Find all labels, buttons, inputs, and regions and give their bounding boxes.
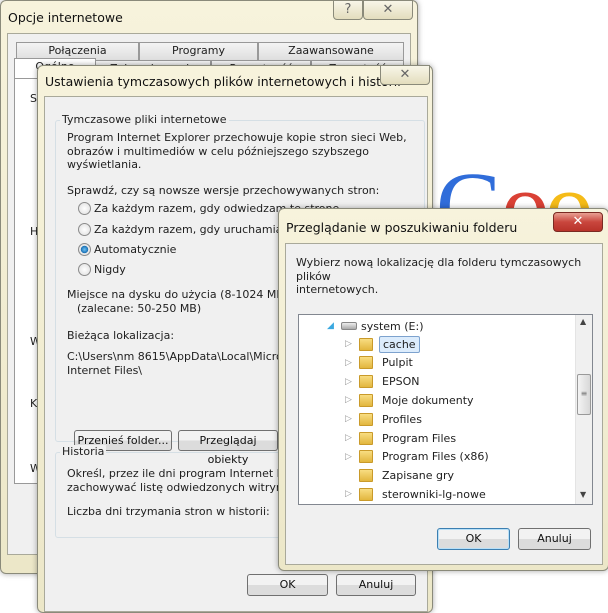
cancel-button[interactable]: Anuluj — [336, 574, 416, 596]
tree-item[interactable]: Zapisane gry — [345, 467, 457, 485]
tree-label: Program Files — [382, 431, 457, 445]
radio-never[interactable]: Nigdy — [78, 263, 126, 276]
group-label: Historia — [60, 445, 107, 458]
folder-icon — [359, 375, 373, 389]
tab-advanced[interactable]: Zaawansowane — [258, 42, 404, 60]
close-button[interactable]: ✕ — [363, 0, 413, 20]
expand-arrow-icon[interactable]: ▷ — [345, 395, 355, 405]
help-button[interactable]: ? — [333, 0, 363, 20]
disk-space-label: Miejsce na dysku do użycia (8-1024 MB): — [67, 288, 292, 301]
location-label: Bieżąca lokalizacja: — [67, 329, 175, 342]
tree-label: EPSON — [382, 375, 420, 389]
expand-arrow-icon[interactable]: ▷ — [345, 433, 355, 443]
tree-item[interactable]: ▷ Profiles — [345, 410, 425, 428]
collapse-arrow-icon[interactable]: ◢ — [327, 321, 337, 331]
scroll-down-icon[interactable]: ▼ — [580, 490, 586, 499]
group-label: Tymczasowe pliki internetowe — [60, 113, 229, 126]
tree-label: cache — [379, 335, 420, 353]
desktop-folder-icon — [359, 356, 373, 370]
tree-item[interactable]: ▷ EPSON — [345, 373, 422, 391]
ok-button[interactable]: OK — [247, 574, 328, 596]
expand-arrow-icon[interactable]: ▷ — [345, 358, 355, 368]
location-path: Internet Files\ — [67, 363, 143, 377]
tree-item[interactable]: ▷ cache — [345, 335, 420, 353]
tree-label: Program Files (x86) — [382, 450, 489, 464]
documents-folder-icon — [359, 393, 373, 407]
tree-label: Zapisane gry — [382, 469, 455, 483]
radio-selected-icon[interactable] — [78, 243, 91, 256]
view-objects-button[interactable]: Przeglądaj obiekty — [178, 430, 278, 466]
tree-item-root[interactable]: ◢ system (E:) — [327, 317, 424, 335]
tab-programs[interactable]: Programy — [139, 42, 258, 60]
tree-label: Moje dokumenty — [382, 393, 474, 407]
dialog-title: Ustawienia tymczasowych plików interneto… — [45, 74, 401, 89]
tree-item[interactable]: ▷ Moje dokumenty — [345, 391, 477, 409]
folder-tree[interactable]: ◢ system (E:) ▷ cache ▷ Pulpit ▷ EPSON ▷ Moje d… — [298, 314, 593, 505]
tree-item[interactable]: ▷ Program Files — [345, 429, 459, 447]
folder-icon — [359, 431, 373, 445]
history-days-label: Liczba dni trzymania stron w historii: — [67, 505, 270, 518]
location-path: C:\Users\nm 8615\AppData\Local\Microsoft — [67, 350, 304, 363]
folder-icon — [359, 337, 373, 351]
scrollbar[interactable]: ▲ ≡ ▼ — [575, 315, 592, 504]
tree-label: Profiles — [382, 412, 422, 426]
saved-games-folder-icon — [359, 469, 373, 483]
radio-icon[interactable] — [78, 223, 91, 236]
description-line: obrazów i multimediów w celu późniejszeg… — [67, 144, 370, 158]
close-button[interactable]: ✕ — [380, 65, 430, 85]
description-line: wyświetlania. — [67, 158, 142, 171]
drive-icon — [341, 322, 357, 330]
radio-icon[interactable] — [78, 263, 91, 276]
tree-item[interactable]: ▷ Program Files (x86) — [345, 448, 492, 466]
radio-every-start[interactable]: Za każdym razem, gdy uruchamiam — [78, 223, 293, 236]
expand-arrow-icon[interactable]: ▷ — [345, 452, 355, 462]
browse-folder-dialog: Przeglądanie w poszukiwaniu folderu ✕ Wy… — [278, 208, 608, 571]
radio-icon[interactable] — [78, 202, 91, 215]
ok-button[interactable]: OK — [437, 528, 510, 550]
tree-label: system (E:) — [361, 319, 424, 333]
browse-description: internetowych. — [296, 283, 379, 296]
radio-label: Za każdym razem, gdy uruchamiam — [94, 223, 294, 236]
tree-item[interactable]: ▷ Pulpit — [345, 354, 416, 372]
check-label: Sprawdź, czy są nowsze wersje przechowyw… — [67, 184, 380, 197]
description-line: Program Internet Explorer przechowuje ko… — [67, 131, 407, 144]
disk-space-hint: (zalecane: 50-250 MB) — [77, 302, 202, 315]
expand-arrow-icon[interactable]: ▷ — [345, 414, 355, 424]
folder-icon — [359, 487, 373, 501]
dialog-title: Przeglądanie w poszukiwaniu folderu — [286, 220, 518, 235]
radio-label: Nigdy — [94, 263, 126, 276]
browse-description: Wybierz nową lokalizację dla folderu tym… — [296, 256, 582, 283]
scrollbar-thumb[interactable]: ≡ — [577, 374, 591, 415]
expand-arrow-icon[interactable]: ▷ — [345, 339, 355, 349]
expand-arrow-icon[interactable]: ▷ — [345, 489, 355, 499]
window-title: Opcje internetowe — [8, 10, 123, 25]
radio-automatic[interactable]: Automatycznie — [78, 243, 176, 256]
radio-label: Automatycznie — [94, 243, 177, 256]
scroll-up-icon[interactable]: ▲ — [580, 317, 586, 326]
cancel-button[interactable]: Anuluj — [518, 528, 591, 550]
tree-item[interactable]: ▷ sterowniki-lg-nowe — [345, 485, 489, 503]
folder-icon — [359, 450, 373, 464]
tree-label: Pulpit — [382, 356, 413, 370]
tree-label: sterowniki-lg-nowe — [382, 487, 486, 501]
expand-arrow-icon[interactable]: ▷ — [345, 377, 355, 387]
close-button[interactable]: ✕ — [553, 212, 603, 232]
folder-icon — [359, 412, 373, 426]
browse-panel: Wybierz nową lokalizację dla folderu tym… — [285, 243, 603, 565]
